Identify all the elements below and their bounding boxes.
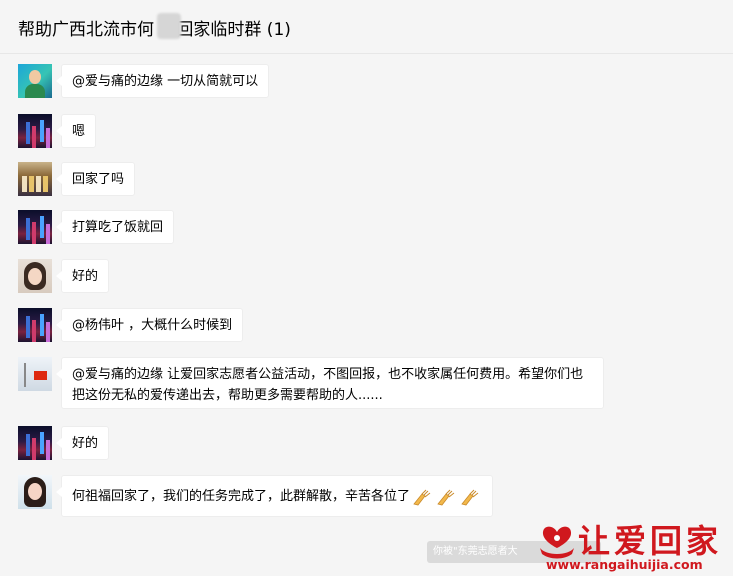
message-bubble: @爱与痛的边缘 让爱回家志愿者公益活动，不图回报，也不收家属任何费用。希望你们也… <box>56 357 604 409</box>
message-bubble: @爱与痛的边缘 一切从简就可以 <box>55 64 270 98</box>
message-bubble: @杨伟叶 ，大概什么时候到 <box>55 308 244 342</box>
message-text: 何祖福回家了，我们的任务完成了，此群解散，辛苦各位了 <box>72 489 411 504</box>
clapping-hands-icon <box>412 488 434 506</box>
message-bubble: 打算吃了饭就回 <box>55 210 175 244</box>
heart-hands-icon <box>540 526 574 559</box>
message-bubble: 回家了吗 <box>55 162 136 196</box>
tech-boy-avatar[interactable] <box>18 64 52 98</box>
chat-title: 帮助广西北流市何 福回家临时群 (1) <box>18 20 291 40</box>
message-bubble: 好的 <box>55 259 110 293</box>
message-bubble: 嗯 <box>55 114 97 148</box>
clapping-hands-icon <box>460 488 482 506</box>
watermark-logo: 让爱回家 www.rangaihuijia.com <box>536 516 733 576</box>
girl-avatar[interactable] <box>18 259 52 293</box>
message-bubble: 好的 <box>55 426 110 460</box>
message-bubble: 何祖福回家了，我们的任务完成了，此群解散，辛苦各位了 <box>55 475 494 517</box>
redaction-blur <box>157 13 181 39</box>
night-city-avatar[interactable] <box>18 426 52 460</box>
clapping-hands-icon <box>436 488 458 506</box>
night-city-avatar[interactable] <box>18 210 52 244</box>
stage-avatar[interactable] <box>18 162 52 196</box>
watermark-text: 让爱回家 <box>578 522 723 560</box>
night-city-avatar[interactable] <box>18 114 52 148</box>
chat-header: 帮助广西北流市何 福回家临时群 (1) <box>0 0 733 54</box>
woman-avatar[interactable] <box>18 475 52 509</box>
night-city-avatar[interactable] <box>18 308 52 342</box>
watermark-url: www.rangaihuijia.com <box>546 557 703 572</box>
flag-avatar[interactable] <box>18 357 52 391</box>
